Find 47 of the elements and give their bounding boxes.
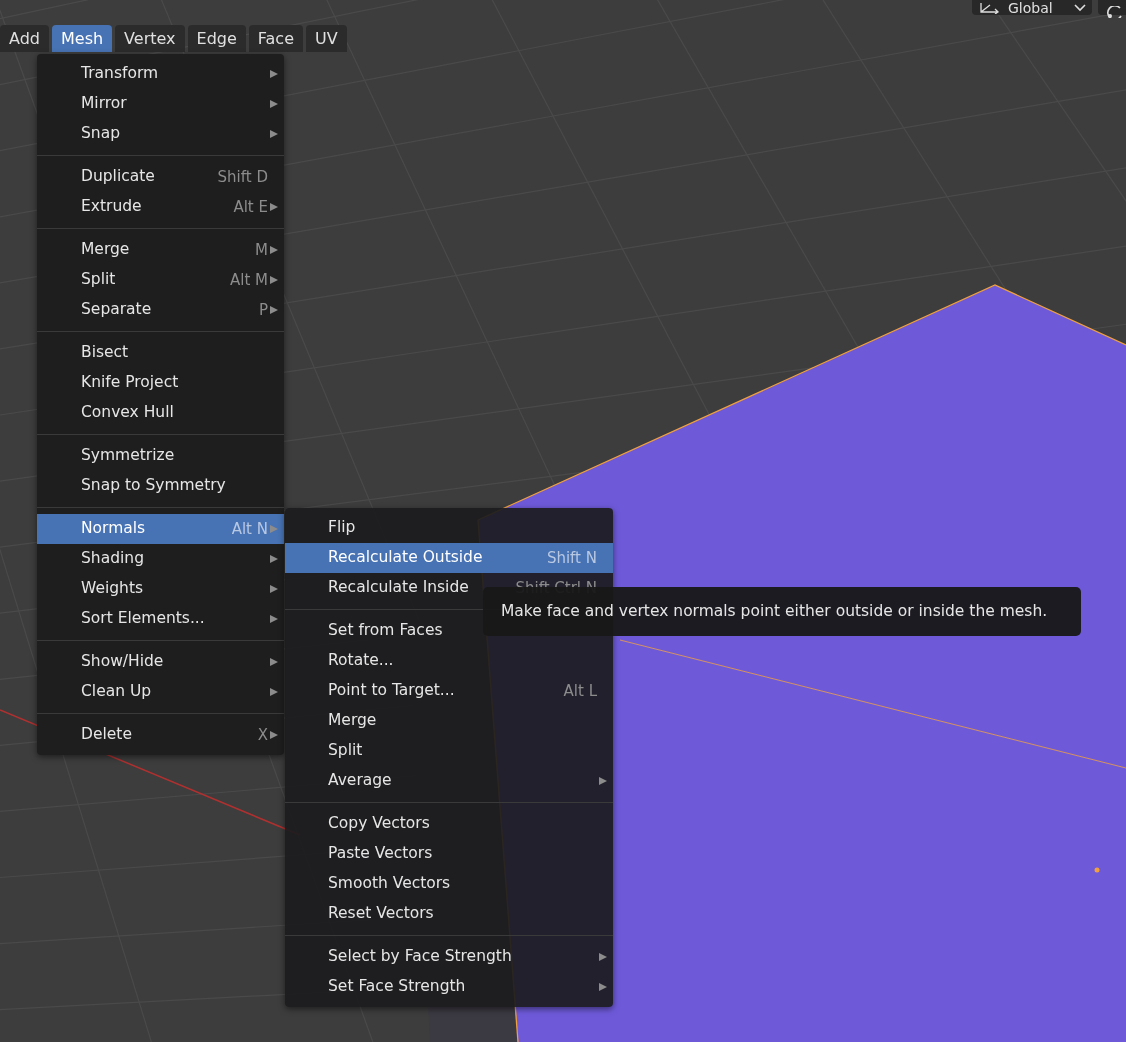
transform-axes-icon [978,1,1000,14]
menu-item[interactable]: Transform [37,59,284,89]
shortcut-label: P [258,299,268,321]
menu-item[interactable]: Flip [285,513,613,543]
menu-item[interactable]: Reset Vectors [285,899,613,929]
menu-tab[interactable]: Face [248,25,303,52]
menu-item[interactable]: Smooth Vectors [285,869,613,899]
menu-tab[interactable]: Vertex [115,25,185,52]
menu-tab[interactable]: Edge [187,25,246,52]
menu-item[interactable]: Normals Alt N [37,514,284,544]
shortcut-label: Alt N [231,518,268,540]
menu-item[interactable]: Duplicate Shift D [37,162,284,192]
shortcut-label: Shift D [217,166,268,188]
menu-item[interactable]: Set Face Strength [285,972,613,1002]
circular-arrow-icon [1106,5,1124,18]
menu-item[interactable]: Split [285,736,613,766]
menu-tab[interactable]: UV [306,25,347,52]
menu-item[interactable]: Separate P [37,295,284,325]
shortcut-label: Alt E [233,196,268,218]
menu-item[interactable]: Snap [37,119,284,149]
menu-item[interactable]: Recalculate Outside Shift N [285,543,613,573]
menu-item[interactable]: Paste Vectors [285,839,613,869]
menu-tab[interactable]: Add [0,25,49,52]
orientation-dropdown[interactable]: Global [972,0,1092,15]
menu-item[interactable]: Mirror [37,89,284,119]
menu-item[interactable]: Merge [285,706,613,736]
menu-item[interactable]: Knife Project [37,368,284,398]
menu-item[interactable]: Split Alt M [37,265,284,295]
menu-item[interactable]: Average [285,766,613,796]
menu-item[interactable]: Rotate... [285,646,613,676]
menu-item[interactable]: Merge M [37,235,284,265]
shortcut-label: M [255,239,268,261]
shortcut-label: Shift N [546,547,597,569]
shortcut-label: Alt L [563,680,597,702]
menu-item[interactable]: Select by Face Strength [285,942,613,972]
menu-item[interactable]: Copy Vectors [285,809,613,839]
menu-item[interactable]: Point to Target... Alt L [285,676,613,706]
chevron-down-icon [1074,3,1086,12]
menu-item[interactable]: Bisect [37,338,284,368]
menu-item[interactable]: Snap to Symmetry [37,471,284,501]
menu-item[interactable]: Symmetrize [37,441,284,471]
shortcut-label: X [257,724,268,746]
menu-item[interactable]: Convex Hull [37,398,284,428]
menu-item[interactable]: Extrude Alt E [37,192,284,222]
menu-tab[interactable]: Mesh [52,25,113,52]
shortcut-label: Alt M [229,269,268,291]
snap-button[interactable] [1098,0,1126,15]
